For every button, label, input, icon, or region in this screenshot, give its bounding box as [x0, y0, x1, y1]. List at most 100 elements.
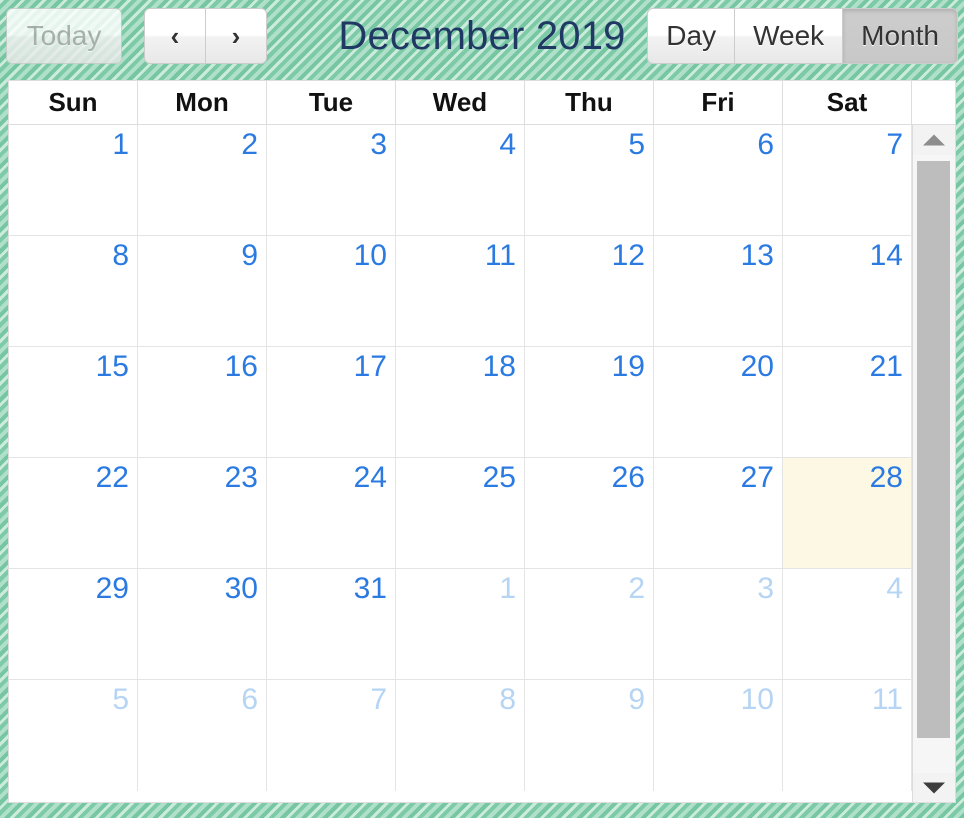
day-cell[interactable]: 6 [654, 125, 783, 235]
day-cell[interactable]: 23 [138, 458, 267, 568]
day-number[interactable]: 21 [870, 349, 903, 385]
day-cell[interactable]: 16 [138, 347, 267, 457]
day-cell[interactable]: 20 [654, 347, 783, 457]
day-cell-today[interactable]: 28 [783, 458, 912, 568]
day-number[interactable]: 18 [483, 349, 516, 385]
day-number[interactable]: 2 [241, 127, 258, 163]
day-cell[interactable]: 3 [654, 569, 783, 679]
day-cell[interactable]: 5 [525, 125, 654, 235]
day-number[interactable]: 3 [370, 127, 387, 163]
day-number[interactable]: 8 [112, 238, 129, 274]
day-cell[interactable]: 12 [525, 236, 654, 346]
today-button[interactable]: Today [6, 8, 122, 64]
day-cell[interactable]: 27 [654, 458, 783, 568]
day-number[interactable]: 19 [612, 349, 645, 385]
day-cell[interactable]: 29 [9, 569, 138, 679]
day-number[interactable]: 2 [628, 571, 645, 607]
day-cell[interactable]: 2 [525, 569, 654, 679]
day-cell[interactable]: 1 [396, 569, 525, 679]
day-number[interactable]: 23 [225, 460, 258, 496]
day-cell[interactable]: 7 [783, 125, 912, 235]
day-cell[interactable]: 11 [396, 236, 525, 346]
day-cell[interactable]: 14 [783, 236, 912, 346]
day-number[interactable]: 15 [96, 349, 129, 385]
day-cell[interactable]: 22 [9, 458, 138, 568]
nav-button-group: ‹ › [144, 8, 267, 64]
day-cell[interactable]: 25 [396, 458, 525, 568]
day-number[interactable]: 5 [112, 682, 129, 718]
day-number[interactable]: 29 [96, 571, 129, 607]
day-number[interactable]: 7 [370, 682, 387, 718]
day-number[interactable]: 9 [241, 238, 258, 274]
day-cell[interactable]: 9 [525, 680, 654, 791]
day-cell[interactable]: 5 [9, 680, 138, 791]
scrollbar-thumb[interactable] [917, 161, 950, 738]
day-cell[interactable]: 11 [783, 680, 912, 791]
day-number[interactable]: 8 [499, 682, 516, 718]
day-cell[interactable]: 2 [138, 125, 267, 235]
week-row: 29 30 31 1 2 3 4 [9, 569, 955, 680]
day-cell[interactable]: 1 [9, 125, 138, 235]
day-number[interactable]: 31 [354, 571, 387, 607]
day-number[interactable]: 20 [741, 349, 774, 385]
day-cell[interactable]: 4 [783, 569, 912, 679]
day-cell[interactable]: 18 [396, 347, 525, 457]
day-number[interactable]: 11 [872, 682, 903, 718]
view-button-week[interactable]: Week [734, 8, 844, 64]
calendar-body: 1 2 3 4 5 6 7 8 9 10 11 12 13 14 15 16 17 18 19 20 21 22 23 24 2… [9, 125, 955, 802]
scroll-down-button[interactable] [913, 773, 955, 802]
day-cell[interactable]: 30 [138, 569, 267, 679]
prev-month-button[interactable]: ‹ [144, 8, 206, 64]
day-number[interactable]: 9 [628, 682, 645, 718]
day-number[interactable]: 24 [354, 460, 387, 496]
scrollbar-track[interactable] [913, 155, 955, 773]
day-cell[interactable]: 10 [654, 680, 783, 791]
day-cell[interactable]: 26 [525, 458, 654, 568]
day-cell[interactable]: 31 [267, 569, 396, 679]
day-cell[interactable]: 13 [654, 236, 783, 346]
scroll-up-button[interactable] [913, 125, 955, 155]
day-number[interactable]: 14 [870, 238, 903, 274]
day-number[interactable]: 28 [870, 460, 903, 496]
day-cell[interactable]: 10 [267, 236, 396, 346]
day-number[interactable]: 11 [485, 238, 516, 274]
day-number[interactable]: 10 [741, 682, 774, 718]
day-number[interactable]: 3 [757, 571, 774, 607]
day-cell[interactable]: 7 [267, 680, 396, 791]
weekday-header-gutter [912, 81, 955, 124]
day-number[interactable]: 30 [225, 571, 258, 607]
day-number[interactable]: 27 [741, 460, 774, 496]
day-number[interactable]: 4 [886, 571, 903, 607]
day-cell[interactable]: 15 [9, 347, 138, 457]
week-row: 5 6 7 8 9 10 11 [9, 680, 955, 791]
view-button-month[interactable]: Month [842, 8, 958, 64]
day-number[interactable]: 25 [483, 460, 516, 496]
day-number[interactable]: 6 [241, 682, 258, 718]
day-number[interactable]: 5 [628, 127, 645, 163]
next-month-button[interactable]: › [205, 8, 267, 64]
day-number[interactable]: 26 [612, 460, 645, 496]
day-number[interactable]: 1 [499, 571, 516, 607]
day-cell[interactable]: 21 [783, 347, 912, 457]
day-number[interactable]: 22 [96, 460, 129, 496]
day-cell[interactable]: 17 [267, 347, 396, 457]
day-number[interactable]: 4 [499, 127, 516, 163]
day-number[interactable]: 6 [757, 127, 774, 163]
vertical-scrollbar[interactable] [912, 125, 955, 802]
day-number[interactable]: 13 [741, 238, 774, 274]
day-cell[interactable]: 8 [396, 680, 525, 791]
day-cell[interactable]: 9 [138, 236, 267, 346]
day-number[interactable]: 17 [354, 349, 387, 385]
day-cell[interactable]: 4 [396, 125, 525, 235]
day-cell[interactable]: 3 [267, 125, 396, 235]
view-button-day[interactable]: Day [647, 8, 736, 64]
day-cell[interactable]: 19 [525, 347, 654, 457]
day-cell[interactable]: 24 [267, 458, 396, 568]
day-number[interactable]: 10 [354, 238, 387, 274]
day-number[interactable]: 7 [886, 127, 903, 163]
day-number[interactable]: 12 [612, 238, 645, 274]
day-number[interactable]: 16 [225, 349, 258, 385]
day-cell[interactable]: 6 [138, 680, 267, 791]
day-number[interactable]: 1 [112, 127, 129, 163]
day-cell[interactable]: 8 [9, 236, 138, 346]
